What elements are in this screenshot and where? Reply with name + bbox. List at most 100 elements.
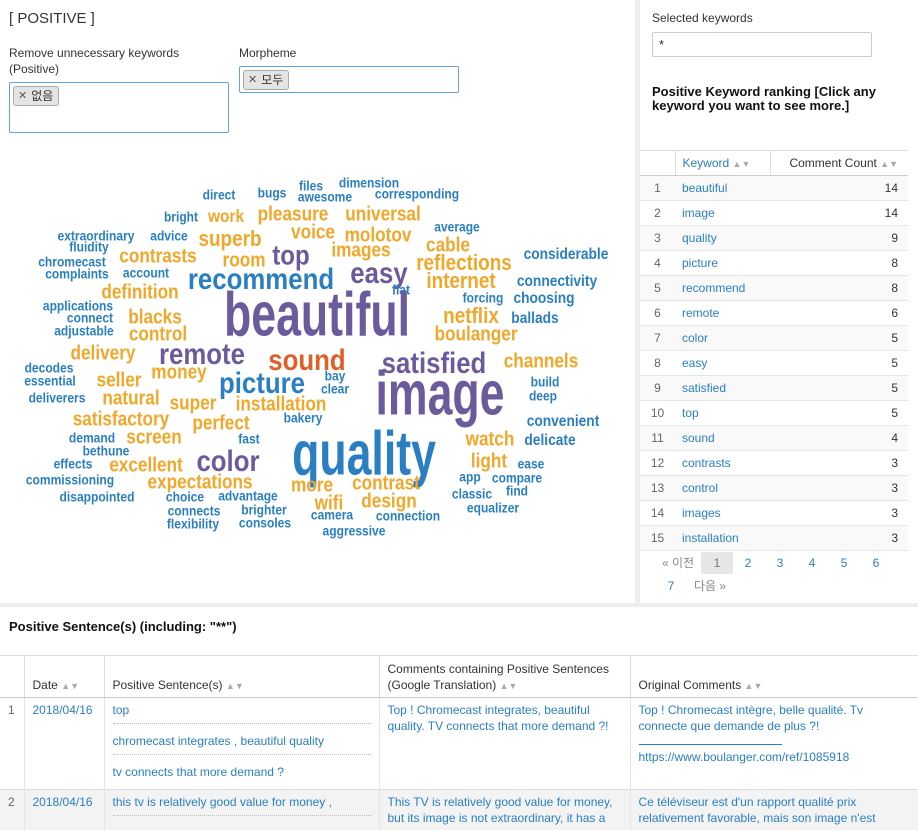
word-cloud-word[interactable]: advice [150,228,187,244]
pager-page-2[interactable]: 2 [740,552,756,574]
ranking-row[interactable]: 1 beautiful 14 [640,175,908,201]
remove-tag-icon[interactable]: ✕ [248,71,257,89]
word-cloud-word[interactable]: find [506,483,528,499]
word-cloud-word[interactable]: bugs [258,185,287,201]
pager-next[interactable]: 다음 » [692,575,728,597]
pager-page-5[interactable]: 5 [836,552,852,574]
ranking-row[interactable]: 10 top 5 [640,400,908,426]
word-cloud-word[interactable]: natural [102,386,159,409]
sort-icon[interactable]: ▲▼ [61,681,79,691]
sentence-item[interactable]: top [112,702,371,724]
word-cloud-word[interactable]: delivery [71,341,137,364]
selected-keywords-input[interactable]: * [652,32,872,57]
word-cloud-word[interactable]: adjustable [54,323,114,339]
ranking-keyword[interactable]: easy [675,350,770,376]
pager-page-3[interactable]: 3 [772,552,788,574]
sentence-item[interactable]: tv connects that more demand ? [113,755,371,785]
sort-icon[interactable]: ▲▼ [745,681,763,691]
ranking-keyword[interactable]: satisfied [675,375,770,401]
word-cloud-word[interactable]: connectivity [517,272,598,290]
word-cloud-word[interactable]: money [151,360,207,383]
word-cloud-word[interactable]: direct [203,187,236,203]
sort-icon[interactable]: ▲▼ [500,681,518,691]
remove-keyword-tag[interactable]: ✕ 없음 [13,86,60,106]
ranking-row[interactable]: 2 image 14 [640,200,908,226]
word-cloud-word[interactable]: consoles [239,515,291,531]
ranking-keyword[interactable]: sound [675,425,770,451]
translation-col-header[interactable]: Comments containing Positive Sentences (… [378,655,630,698]
ranking-row[interactable]: 4 picture 8 [640,250,908,276]
morpheme-tag[interactable]: ✕ 모두 [243,70,290,90]
ranking-keyword[interactable]: images [675,500,770,526]
word-cloud-word[interactable]: image [375,359,504,428]
ranking-row[interactable]: 3 quality 9 [640,225,908,251]
word-cloud-word[interactable]: connection [376,508,440,524]
ranking-keyword[interactable]: picture [675,250,770,276]
ranking-keyword[interactable]: beautiful [675,175,770,201]
pager-page-1[interactable]: 1 [701,552,733,574]
word-cloud-word[interactable]: work [207,206,245,226]
ranking-row[interactable]: 11 sound 4 [640,425,908,451]
word-cloud-word[interactable]: disappointed [60,489,135,505]
ranking-keyword[interactable]: recommend [675,275,770,301]
word-cloud-word[interactable]: complaints [45,266,109,282]
word-cloud-word[interactable]: app [459,469,480,485]
ranking-row[interactable]: 8 easy 5 [640,350,908,376]
date-col-header[interactable]: Date ▲▼ [23,655,104,698]
ranking-keyword[interactable]: quality [675,225,770,251]
sentence-item[interactable]: this tv is relatively good value for mon… [112,794,371,816]
word-cloud[interactable]: direct bugs filesawesomedimensioncorrespon… [10,160,625,560]
pager-prev[interactable]: « 이전 [660,552,696,574]
word-cloud-word[interactable]: flexibility [167,516,220,532]
word-cloud-word[interactable]: choosing [513,289,574,307]
word-cloud-word[interactable]: bright [164,209,199,225]
ranking-keyword[interactable]: installation [675,525,770,551]
ranking-row[interactable]: 15 installation 3 [640,525,908,551]
morpheme-select[interactable]: ✕ 모두 [239,66,459,93]
word-cloud-word[interactable]: convenient [527,412,600,430]
pager-page-7[interactable]: 7 [663,575,679,597]
word-cloud-word[interactable]: considerable [524,245,609,263]
word-cloud-word[interactable]: watch [465,427,515,450]
ranking-row[interactable]: 12 contrasts 3 [640,450,908,476]
ranking-row[interactable]: 14 images 3 [640,500,908,526]
pager-page-6[interactable]: 6 [868,552,884,574]
word-cloud-word[interactable]: account [123,265,170,281]
word-cloud-word[interactable]: camera [311,507,354,523]
word-cloud-word[interactable]: ballads [511,309,558,327]
word-cloud-word[interactable]: aggressive [323,523,386,539]
word-cloud-word[interactable]: contrasts [119,244,196,267]
original-col-header[interactable]: Original Comments ▲▼ [629,655,918,698]
ranking-keyword[interactable]: contrasts [675,450,770,476]
ranking-row[interactable]: 7 color 5 [640,325,908,351]
sentence-item[interactable]: chromecast integrates , beautiful qualit… [112,724,371,755]
ranking-keyword[interactable]: color [675,325,770,351]
word-cloud-word[interactable]: deep [529,388,557,404]
word-cloud-word[interactable]: commissioning [26,472,114,488]
pager-page-4[interactable]: 4 [804,552,820,574]
ranking-row[interactable]: 9 satisfied 5 [640,375,908,401]
word-cloud-word[interactable]: channels [504,349,579,372]
keyword-col-header[interactable]: Keyword ▲▼ [674,150,771,176]
word-cloud-word[interactable]: essential [24,373,76,389]
word-cloud-word[interactable]: beautiful [224,280,410,349]
sentence-col-header[interactable]: Positive Sentence(s) ▲▼ [103,655,379,698]
word-cloud-word[interactable]: corresponding [375,186,459,202]
word-cloud-word[interactable]: deliverers [29,390,86,406]
ranking-keyword[interactable]: top [675,400,770,426]
word-cloud-word[interactable]: equalizer [467,500,519,516]
ranking-keyword[interactable]: control [675,475,770,501]
sort-icon[interactable]: ▲▼ [733,159,751,169]
original-link[interactable]: https://www.boulanger.com/ref/1085918 [639,749,911,765]
remove-tag-icon[interactable]: ✕ [18,87,27,105]
word-cloud-word[interactable]: boulanger [434,322,517,345]
word-cloud-word[interactable]: screen [126,425,181,448]
ranking-row[interactable]: 13 control 3 [640,475,908,501]
word-cloud-word[interactable]: universal [345,202,420,225]
ranking-row[interactable]: 6 remote 6 [640,300,908,326]
sort-icon[interactable]: ▲▼ [880,159,898,169]
word-cloud-word[interactable]: fluidity [69,239,109,255]
count-col-header[interactable]: Comment Count ▲▼ [770,150,908,176]
ranking-keyword[interactable]: image [675,200,770,226]
word-cloud-word[interactable]: effects [54,456,93,472]
